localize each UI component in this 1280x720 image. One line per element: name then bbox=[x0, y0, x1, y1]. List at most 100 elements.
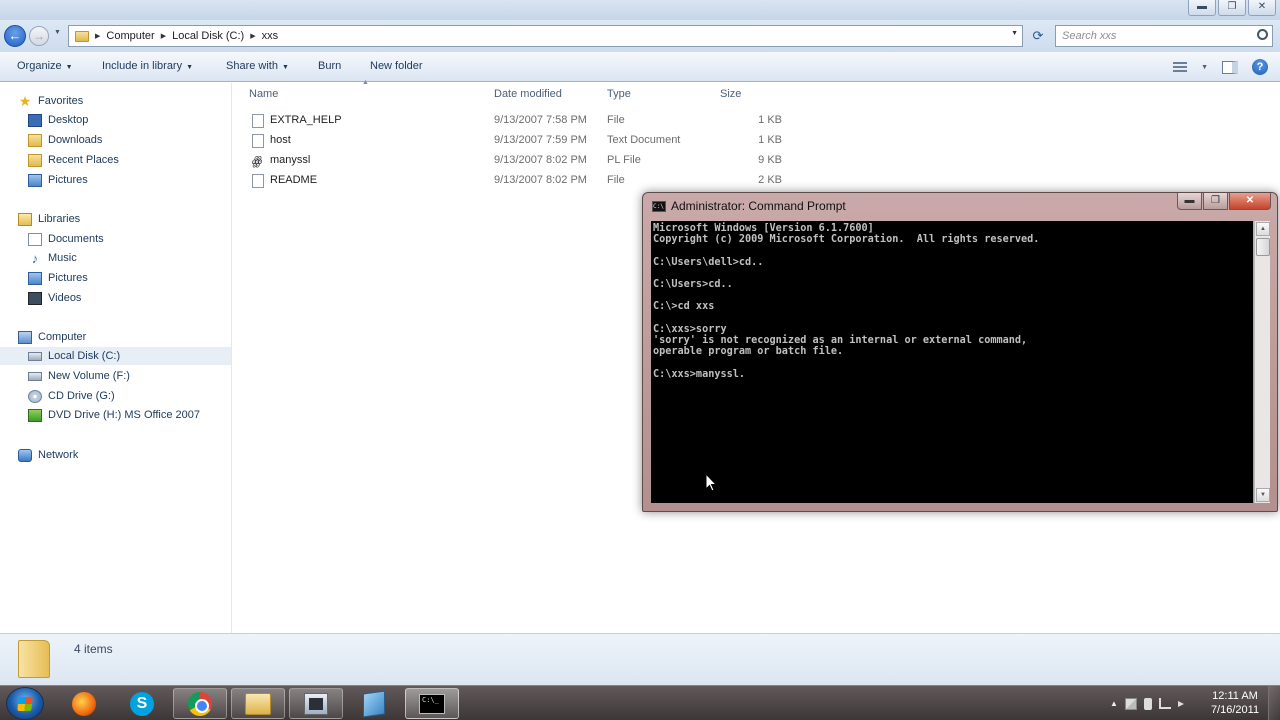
breadcrumb-separator-icon[interactable]: ▶ bbox=[161, 32, 166, 40]
nav-item-recent-places[interactable]: Recent Places bbox=[28, 151, 119, 169]
perl-file-icon: ꙮ bbox=[251, 154, 262, 168]
address-bar[interactable]: ▶ Computer ▶ Local Disk (C:) ▶ xxs ▼ bbox=[68, 25, 1023, 47]
taskbar-chrome[interactable] bbox=[173, 688, 227, 719]
nav-item-dvd-drive[interactable]: DVD Drive (H:) MS Office 2007 bbox=[28, 406, 200, 424]
cmd-icon: C:\_ bbox=[419, 693, 445, 714]
file-name: README bbox=[270, 174, 318, 186]
nav-item-music[interactable]: ♪ Music bbox=[28, 249, 77, 267]
search-input[interactable]: Search xxs bbox=[1055, 25, 1273, 47]
power-icon[interactable] bbox=[1143, 697, 1152, 710]
clock[interactable]: 12:11 AM 7/16/2011 bbox=[1205, 689, 1265, 717]
speaker-icon[interactable] bbox=[1177, 700, 1184, 707]
show-hidden-icons-icon[interactable]: ▲ bbox=[1110, 699, 1118, 708]
file-row[interactable]: ꙮ manyssl 9/13/2007 8:02 PM PL File 9 KB bbox=[248, 151, 808, 171]
star-icon: ★ bbox=[18, 92, 32, 109]
clock-date: 7/16/2011 bbox=[1210, 704, 1260, 716]
close-button[interactable]: ✕ bbox=[1248, 0, 1276, 16]
column-header-size[interactable]: Size bbox=[720, 83, 741, 105]
file-row[interactable]: README 9/13/2007 8:02 PM File 2 KB bbox=[248, 171, 808, 191]
file-date: 9/13/2007 8:02 PM bbox=[494, 154, 587, 166]
maximize-button[interactable]: ❐ bbox=[1203, 193, 1228, 210]
firefox-icon bbox=[72, 691, 96, 716]
nav-libraries[interactable]: Libraries bbox=[18, 210, 80, 228]
minimize-button[interactable]: ▬ bbox=[1188, 0, 1216, 16]
nav-item-label: CD Drive (G:) bbox=[48, 390, 115, 402]
breadcrumb-computer[interactable]: Computer bbox=[106, 30, 154, 42]
nav-item-local-disk[interactable]: Local Disk (C:) bbox=[0, 347, 231, 365]
nav-item-videos[interactable]: Videos bbox=[28, 289, 81, 307]
refresh-icon[interactable]: ⟳ bbox=[1027, 26, 1049, 46]
change-view-icon[interactable] bbox=[1173, 62, 1188, 72]
nav-item-pictures[interactable]: Pictures bbox=[28, 171, 88, 189]
command-prompt-window[interactable]: C:\ Administrator: Command Prompt ▬ ❐ ✕ … bbox=[642, 192, 1278, 512]
file-row[interactable]: host 9/13/2007 7:59 PM Text Document 1 K… bbox=[248, 131, 808, 151]
nav-computer[interactable]: Computer bbox=[18, 328, 86, 346]
forward-button[interactable]: → bbox=[29, 26, 49, 46]
breadcrumb-separator-icon[interactable]: ▶ bbox=[95, 32, 100, 40]
nav-item-label: Pictures bbox=[48, 174, 88, 186]
scroll-down-icon[interactable]: ▼ bbox=[1256, 488, 1270, 502]
libraries-icon bbox=[18, 212, 32, 226]
burn-button[interactable]: Burn bbox=[318, 60, 341, 72]
nav-item-label: Desktop bbox=[48, 114, 89, 126]
taskbar-media[interactable] bbox=[289, 688, 343, 719]
column-header-name[interactable]: Name bbox=[249, 83, 278, 105]
column-header-date[interactable]: Date modified bbox=[494, 83, 562, 105]
desktop-icon bbox=[28, 113, 42, 127]
start-button[interactable] bbox=[6, 687, 44, 720]
file-row[interactable]: EXTRA_HELP 9/13/2007 7:58 PM File 1 KB bbox=[248, 111, 808, 131]
taskbar-explorer[interactable] bbox=[231, 688, 285, 719]
nav-item-label: Pictures bbox=[48, 272, 88, 284]
nav-item-documents[interactable]: Documents bbox=[28, 230, 104, 248]
command-bar: Organize ▼ Include in library ▼ Share with… bbox=[0, 52, 1280, 82]
new-folder-button[interactable]: New folder bbox=[370, 60, 423, 72]
documents-icon bbox=[28, 232, 42, 246]
address-dropdown-icon[interactable]: ▼ bbox=[1011, 30, 1018, 37]
organize-menu[interactable]: Organize ▼ bbox=[17, 60, 73, 72]
text-file-icon bbox=[252, 134, 264, 148]
folder-icon bbox=[75, 30, 89, 42]
vertical-scrollbar[interactable]: ▲ ▼ bbox=[1254, 221, 1270, 503]
file-date: 9/13/2007 8:02 PM bbox=[494, 174, 587, 186]
scroll-up-icon[interactable]: ▲ bbox=[1256, 222, 1270, 236]
file-name: host bbox=[270, 134, 291, 146]
nav-item-pictures-library[interactable]: Pictures bbox=[28, 269, 88, 287]
nav-network[interactable]: Network bbox=[18, 446, 78, 464]
chevron-down-icon[interactable]: ▼ bbox=[1201, 64, 1208, 71]
file-icon bbox=[252, 174, 264, 188]
breadcrumb-local-disk[interactable]: Local Disk (C:) bbox=[172, 30, 244, 42]
taskbar-skype[interactable]: S bbox=[115, 688, 169, 719]
nav-item-new-volume[interactable]: New Volume (F:) bbox=[28, 367, 130, 385]
maximize-button[interactable]: ❐ bbox=[1218, 0, 1246, 16]
taskbar-app[interactable] bbox=[347, 688, 401, 719]
file-size: 1 KB bbox=[758, 134, 782, 146]
preview-pane-icon[interactable] bbox=[1222, 60, 1238, 74]
nav-item-desktop[interactable]: Desktop bbox=[28, 111, 88, 129]
taskbar-firefox[interactable] bbox=[57, 688, 111, 719]
nav-item-downloads[interactable]: Downloads bbox=[28, 131, 102, 149]
close-button[interactable]: ✕ bbox=[1229, 193, 1271, 210]
breadcrumb-xxs[interactable]: xxs bbox=[262, 30, 279, 42]
show-desktop-button[interactable] bbox=[1268, 686, 1280, 720]
help-icon[interactable]: ? bbox=[1252, 59, 1268, 75]
include-in-library-menu[interactable]: Include in library ▼ bbox=[102, 60, 193, 72]
pictures-icon bbox=[28, 173, 42, 187]
mouse-pointer-icon bbox=[706, 474, 718, 492]
network-icon[interactable] bbox=[1158, 698, 1171, 709]
recent-pages-dropdown[interactable]: ▼ bbox=[54, 29, 61, 36]
console-output[interactable]: Microsoft Windows [Version 6.1.7600] Cop… bbox=[651, 221, 1253, 503]
column-header-type[interactable]: Type bbox=[607, 83, 631, 105]
share-with-menu[interactable]: Share with ▼ bbox=[226, 60, 289, 72]
action-center-flag-icon[interactable] bbox=[1124, 697, 1137, 710]
file-size: 1 KB bbox=[758, 114, 782, 126]
address-row: ← → ▼ ▶ Computer ▶ Local Disk (C:) ▶ xxs… bbox=[0, 20, 1280, 52]
back-button[interactable]: ← bbox=[4, 25, 26, 47]
nav-item-cd-drive[interactable]: CD Drive (G:) bbox=[28, 387, 115, 405]
console-text: Microsoft Windows [Version 6.1.7600] Cop… bbox=[653, 223, 1040, 380]
taskbar-cmd[interactable]: C:\_ bbox=[405, 688, 459, 719]
network-icon bbox=[18, 448, 32, 462]
minimize-button[interactable]: ▬ bbox=[1177, 193, 1202, 210]
scroll-thumb[interactable] bbox=[1256, 238, 1270, 256]
breadcrumb-separator-icon[interactable]: ▶ bbox=[250, 32, 255, 40]
nav-favorites[interactable]: ★ Favorites bbox=[18, 92, 84, 110]
